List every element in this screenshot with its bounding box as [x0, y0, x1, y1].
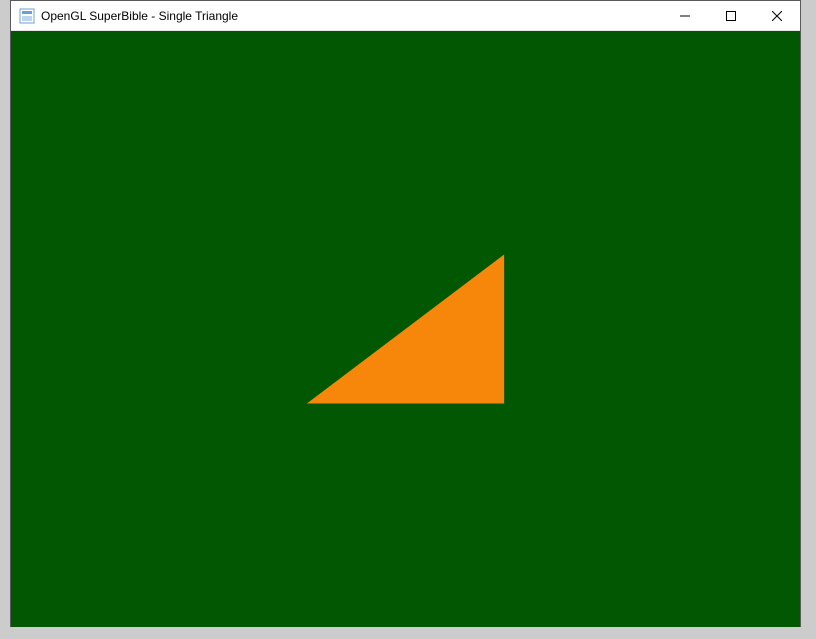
window-controls — [662, 1, 800, 30]
minimize-button[interactable] — [662, 1, 708, 30]
close-button[interactable] — [754, 1, 800, 30]
titlebar[interactable]: OpenGL SuperBible - Single Triangle — [11, 1, 800, 31]
window-title: OpenGL SuperBible - Single Triangle — [41, 9, 662, 23]
app-window: OpenGL SuperBible - Single Triangle — [10, 0, 801, 627]
rendered-triangle — [11, 31, 800, 627]
close-icon — [772, 11, 782, 21]
app-icon — [19, 8, 35, 24]
minimize-icon — [680, 11, 690, 21]
maximize-icon — [726, 11, 736, 21]
opengl-viewport — [11, 31, 800, 627]
maximize-button[interactable] — [708, 1, 754, 30]
